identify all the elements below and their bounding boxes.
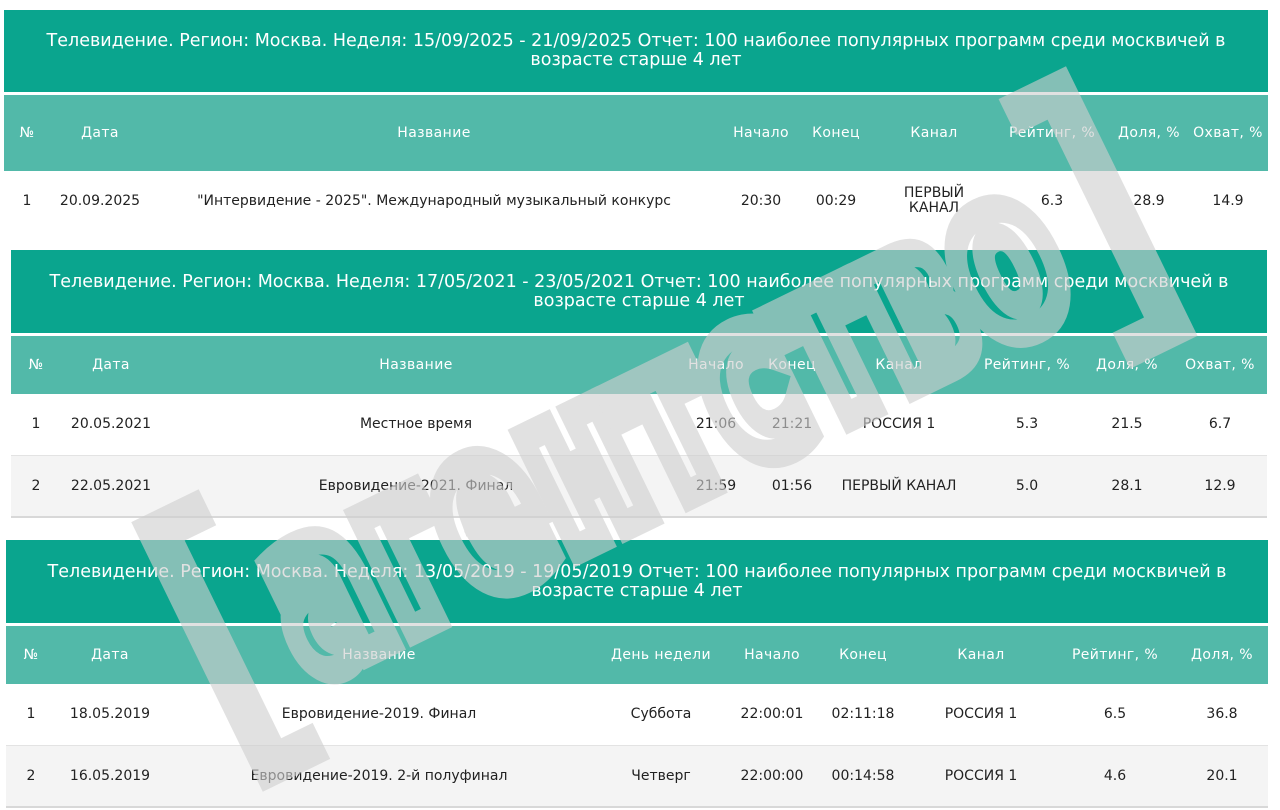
- col-header-title: Название: [379, 356, 453, 373]
- cell-date: 18.05.2019: [69, 706, 151, 722]
- cell-start: 22:00:00: [740, 767, 804, 784]
- cell-share: 28.1: [1111, 477, 1143, 494]
- cell-end: 00:29: [815, 192, 857, 209]
- table-row: 2 22.05.2021 Евровидение-2021. Финал 21:…: [11, 455, 1267, 518]
- cell-reach: 12.9: [1204, 477, 1236, 494]
- cell-rating: 6.3: [1040, 192, 1064, 209]
- col-header-number: №: [23, 646, 39, 663]
- col-header-number: №: [28, 356, 44, 373]
- cell-rating: 6.5: [1103, 706, 1127, 722]
- col-header-reach: Охват, %: [1185, 356, 1255, 373]
- col-header-channel: Канал: [875, 356, 923, 373]
- cell-number: 1: [26, 706, 36, 722]
- report-table-1: Телевидение. Регион: Москва. Неделя: 15/…: [4, 10, 1268, 240]
- col-header-date: Дата: [91, 646, 129, 663]
- table-header-row: № Дата Название Начало Конец Канал Рейти…: [4, 95, 1268, 171]
- col-header-end: Конец: [812, 124, 860, 141]
- col-header-reach: Охват, %: [1193, 124, 1263, 141]
- cell-share: 28.9: [1133, 192, 1165, 209]
- table-row: 1 20.05.2021 Местное время 21:06 21:21 Р…: [11, 394, 1267, 455]
- cell-number: 1: [31, 416, 41, 432]
- cell-channel: РОССИЯ 1: [944, 767, 1018, 784]
- col-header-start: Начало: [733, 124, 789, 141]
- col-header-channel: Канал: [957, 646, 1005, 663]
- report-table-3: Телевидение. Регион: Москва. Неделя: 13/…: [6, 540, 1268, 808]
- cell-start: 21:59: [695, 477, 737, 494]
- cell-number: 1: [22, 192, 32, 209]
- cell-start: 22:00:01: [740, 706, 804, 722]
- report-table-2: Телевидение. Регион: Москва. Неделя: 17/…: [11, 250, 1267, 518]
- col-header-start: Начало: [744, 646, 800, 663]
- cell-date: 16.05.2019: [69, 767, 151, 784]
- col-header-share: Доля, %: [1118, 124, 1180, 141]
- cell-share: 21.5: [1111, 416, 1143, 432]
- cell-end: 21:21: [771, 416, 813, 432]
- cell-title: "Интервидение - 2025". Международный муз…: [197, 192, 671, 209]
- cell-rating: 4.6: [1103, 767, 1127, 784]
- col-header-rating: Рейтинг, %: [983, 356, 1071, 373]
- table-row: 1 18.05.2019 Евровидение-2019. Финал Суб…: [6, 684, 1268, 745]
- col-header-title: Название: [342, 646, 416, 663]
- cell-share: 36.8: [1206, 706, 1238, 722]
- cell-title: Евровидение-2021. Финал: [318, 477, 514, 494]
- cell-date: 20.05.2021: [70, 416, 152, 432]
- table-header-row: № Дата Название Начало Конец Канал Рейти…: [11, 336, 1267, 394]
- col-header-weekday: День недели: [611, 646, 711, 663]
- col-header-rating: Рейтинг, %: [1071, 646, 1159, 663]
- table-row: 2 16.05.2019 Евровидение-2019. 2-й полуф…: [6, 745, 1268, 808]
- cell-start: 20:30: [740, 192, 782, 209]
- col-header-date: Дата: [92, 356, 130, 373]
- cell-title: Местное время: [359, 416, 473, 432]
- table-header-row: № Дата Название День недели Начало Конец…: [6, 626, 1268, 684]
- col-header-start: Начало: [688, 356, 744, 373]
- cell-rating: 5.0: [1015, 477, 1039, 494]
- col-header-share: Доля, %: [1191, 646, 1253, 663]
- cell-reach: 6.7: [1208, 416, 1232, 432]
- cell-date: 22.05.2021: [70, 477, 152, 494]
- col-header-channel: Канал: [910, 124, 958, 141]
- col-header-date: Дата: [81, 124, 119, 141]
- cell-channel: ПЕРВЫЙ КАНАЛ: [903, 185, 965, 216]
- cell-channel: ПЕРВЫЙ КАНАЛ: [841, 477, 957, 494]
- cell-number: 2: [31, 477, 41, 494]
- col-header-share: Доля, %: [1096, 356, 1158, 373]
- cell-end: 00:14:58: [831, 767, 895, 784]
- col-header-end: Конец: [768, 356, 816, 373]
- col-header-end: Конец: [839, 646, 887, 663]
- cell-end: 01:56: [771, 477, 813, 494]
- table-title: Телевидение. Регион: Москва. Неделя: 17/…: [11, 250, 1267, 333]
- cell-date: 20.09.2025: [59, 192, 141, 209]
- cell-number: 2: [26, 767, 36, 784]
- col-header-title: Название: [397, 124, 471, 141]
- table-title: Телевидение. Регион: Москва. Неделя: 13/…: [6, 540, 1268, 623]
- table-title: Телевидение. Регион: Москва. Неделя: 15/…: [4, 10, 1268, 92]
- cell-share: 20.1: [1206, 767, 1238, 784]
- col-header-rating: Рейтинг, %: [1008, 124, 1096, 141]
- cell-reach: 14.9: [1212, 192, 1244, 209]
- cell-start: 21:06: [695, 416, 737, 432]
- cell-title: Евровидение-2019. Финал: [281, 706, 477, 722]
- cell-weekday: Четверг: [631, 767, 691, 784]
- table-row: 1 20.09.2025 "Интервидение - 2025". Межд…: [4, 173, 1268, 229]
- cell-weekday: Суббота: [630, 706, 692, 722]
- cell-rating: 5.3: [1015, 416, 1039, 432]
- cell-title: Евровидение-2019. 2-й полуфинал: [250, 767, 508, 784]
- cell-end: 02:11:18: [831, 706, 895, 722]
- cell-channel: РОССИЯ 1: [862, 416, 936, 432]
- col-header-number: №: [19, 124, 35, 141]
- cell-channel: РОССИЯ 1: [944, 706, 1018, 722]
